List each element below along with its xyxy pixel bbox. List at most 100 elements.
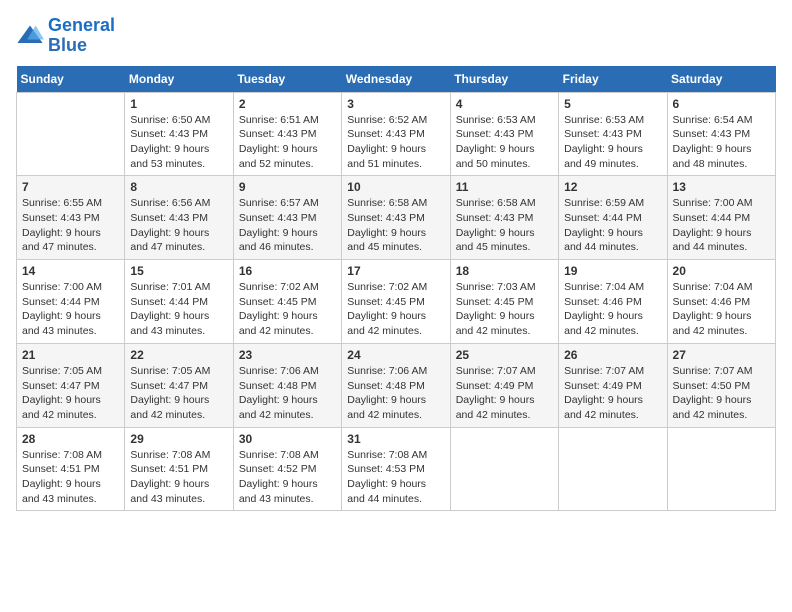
day-number: 30 (239, 432, 336, 446)
calendar-cell: 9 Sunrise: 6:57 AM Sunset: 4:43 PM Daylig… (233, 176, 341, 260)
week-row-3: 14 Sunrise: 7:00 AM Sunset: 4:44 PM Dayli… (17, 260, 776, 344)
day-number: 8 (130, 180, 227, 194)
day-info: Sunrise: 7:06 AM Sunset: 4:48 PM Dayligh… (239, 364, 336, 423)
weekday-header-monday: Monday (125, 66, 233, 93)
day-info: Sunrise: 7:06 AM Sunset: 4:48 PM Dayligh… (347, 364, 444, 423)
day-info: Sunrise: 7:05 AM Sunset: 4:47 PM Dayligh… (130, 364, 227, 423)
day-info: Sunrise: 7:04 AM Sunset: 4:46 PM Dayligh… (564, 280, 661, 339)
calendar-cell (450, 427, 558, 511)
day-number: 24 (347, 348, 444, 362)
weekday-header-wednesday: Wednesday (342, 66, 450, 93)
day-number: 13 (673, 180, 770, 194)
day-info: Sunrise: 7:07 AM Sunset: 4:49 PM Dayligh… (564, 364, 661, 423)
day-info: Sunrise: 6:57 AM Sunset: 4:43 PM Dayligh… (239, 196, 336, 255)
day-info: Sunrise: 7:02 AM Sunset: 4:45 PM Dayligh… (347, 280, 444, 339)
logo-text: General Blue (48, 16, 115, 56)
day-number: 16 (239, 264, 336, 278)
calendar-cell: 5 Sunrise: 6:53 AM Sunset: 4:43 PM Daylig… (559, 92, 667, 176)
calendar-cell: 18 Sunrise: 7:03 AM Sunset: 4:45 PM Dayli… (450, 260, 558, 344)
day-number: 12 (564, 180, 661, 194)
calendar-table: SundayMondayTuesdayWednesdayThursdayFrid… (16, 66, 776, 512)
day-number: 11 (456, 180, 553, 194)
calendar-cell (559, 427, 667, 511)
day-info: Sunrise: 6:51 AM Sunset: 4:43 PM Dayligh… (239, 113, 336, 172)
day-info: Sunrise: 7:03 AM Sunset: 4:45 PM Dayligh… (456, 280, 553, 339)
calendar-cell: 19 Sunrise: 7:04 AM Sunset: 4:46 PM Dayli… (559, 260, 667, 344)
day-number: 2 (239, 97, 336, 111)
calendar-cell: 22 Sunrise: 7:05 AM Sunset: 4:47 PM Dayli… (125, 343, 233, 427)
calendar-cell (667, 427, 775, 511)
weekday-header-tuesday: Tuesday (233, 66, 341, 93)
day-info: Sunrise: 7:00 AM Sunset: 4:44 PM Dayligh… (673, 196, 770, 255)
day-info: Sunrise: 7:04 AM Sunset: 4:46 PM Dayligh… (673, 280, 770, 339)
day-info: Sunrise: 7:02 AM Sunset: 4:45 PM Dayligh… (239, 280, 336, 339)
day-number: 31 (347, 432, 444, 446)
calendar-cell: 21 Sunrise: 7:05 AM Sunset: 4:47 PM Dayli… (17, 343, 125, 427)
day-number: 6 (673, 97, 770, 111)
week-row-4: 21 Sunrise: 7:05 AM Sunset: 4:47 PM Dayli… (17, 343, 776, 427)
day-info: Sunrise: 6:56 AM Sunset: 4:43 PM Dayligh… (130, 196, 227, 255)
calendar-cell: 23 Sunrise: 7:06 AM Sunset: 4:48 PM Dayli… (233, 343, 341, 427)
calendar-cell: 10 Sunrise: 6:58 AM Sunset: 4:43 PM Dayli… (342, 176, 450, 260)
day-number: 7 (22, 180, 119, 194)
day-number: 25 (456, 348, 553, 362)
day-number: 14 (22, 264, 119, 278)
calendar-cell: 15 Sunrise: 7:01 AM Sunset: 4:44 PM Dayli… (125, 260, 233, 344)
day-info: Sunrise: 6:53 AM Sunset: 4:43 PM Dayligh… (564, 113, 661, 172)
day-number: 15 (130, 264, 227, 278)
day-info: Sunrise: 6:58 AM Sunset: 4:43 PM Dayligh… (456, 196, 553, 255)
day-info: Sunrise: 7:08 AM Sunset: 4:51 PM Dayligh… (22, 448, 119, 507)
weekday-header-sunday: Sunday (17, 66, 125, 93)
day-number: 27 (673, 348, 770, 362)
calendar-cell: 3 Sunrise: 6:52 AM Sunset: 4:43 PM Daylig… (342, 92, 450, 176)
day-info: Sunrise: 7:08 AM Sunset: 4:53 PM Dayligh… (347, 448, 444, 507)
day-info: Sunrise: 7:08 AM Sunset: 4:52 PM Dayligh… (239, 448, 336, 507)
weekday-header-friday: Friday (559, 66, 667, 93)
calendar-cell: 7 Sunrise: 6:55 AM Sunset: 4:43 PM Daylig… (17, 176, 125, 260)
calendar-cell: 2 Sunrise: 6:51 AM Sunset: 4:43 PM Daylig… (233, 92, 341, 176)
calendar-cell: 13 Sunrise: 7:00 AM Sunset: 4:44 PM Dayli… (667, 176, 775, 260)
calendar-cell: 28Sunrise: 7:08 AM Sunset: 4:51 PM Dayli… (17, 427, 125, 511)
day-info: Sunrise: 6:53 AM Sunset: 4:43 PM Dayligh… (456, 113, 553, 172)
day-info: Sunrise: 6:55 AM Sunset: 4:43 PM Dayligh… (22, 196, 119, 255)
day-info: Sunrise: 7:00 AM Sunset: 4:44 PM Dayligh… (22, 280, 119, 339)
logo-icon (16, 22, 44, 50)
calendar-cell: 26 Sunrise: 7:07 AM Sunset: 4:49 PM Dayli… (559, 343, 667, 427)
day-number: 22 (130, 348, 227, 362)
day-number: 1 (130, 97, 227, 111)
weekday-header-row: SundayMondayTuesdayWednesdayThursdayFrid… (17, 66, 776, 93)
calendar-cell: 20Sunrise: 7:04 AM Sunset: 4:46 PM Dayli… (667, 260, 775, 344)
calendar-cell: 17Sunrise: 7:02 AM Sunset: 4:45 PM Dayli… (342, 260, 450, 344)
day-number: 23 (239, 348, 336, 362)
calendar-cell: 25 Sunrise: 7:07 AM Sunset: 4:49 PM Dayli… (450, 343, 558, 427)
header: General Blue (16, 16, 776, 56)
calendar-cell: 29Sunrise: 7:08 AM Sunset: 4:51 PM Dayli… (125, 427, 233, 511)
day-info: Sunrise: 6:52 AM Sunset: 4:43 PM Dayligh… (347, 113, 444, 172)
day-info: Sunrise: 7:01 AM Sunset: 4:44 PM Dayligh… (130, 280, 227, 339)
calendar-cell: 24 Sunrise: 7:06 AM Sunset: 4:48 PM Dayli… (342, 343, 450, 427)
calendar-cell: 4 Sunrise: 6:53 AM Sunset: 4:43 PM Daylig… (450, 92, 558, 176)
calendar-cell (17, 92, 125, 176)
day-info: Sunrise: 7:07 AM Sunset: 4:50 PM Dayligh… (673, 364, 770, 423)
calendar-cell: 31 Sunrise: 7:08 AM Sunset: 4:53 PM Dayli… (342, 427, 450, 511)
day-info: Sunrise: 7:07 AM Sunset: 4:49 PM Dayligh… (456, 364, 553, 423)
calendar-cell: 12Sunrise: 6:59 AM Sunset: 4:44 PM Dayli… (559, 176, 667, 260)
day-number: 10 (347, 180, 444, 194)
day-number: 3 (347, 97, 444, 111)
week-row-1: 1Sunrise: 6:50 AM Sunset: 4:43 PM Daylig… (17, 92, 776, 176)
day-info: Sunrise: 7:05 AM Sunset: 4:47 PM Dayligh… (22, 364, 119, 423)
day-number: 5 (564, 97, 661, 111)
day-info: Sunrise: 7:08 AM Sunset: 4:51 PM Dayligh… (130, 448, 227, 507)
day-number: 21 (22, 348, 119, 362)
day-number: 4 (456, 97, 553, 111)
calendar-cell: 14 Sunrise: 7:00 AM Sunset: 4:44 PM Dayli… (17, 260, 125, 344)
day-info: Sunrise: 6:58 AM Sunset: 4:43 PM Dayligh… (347, 196, 444, 255)
week-row-5: 28Sunrise: 7:08 AM Sunset: 4:51 PM Dayli… (17, 427, 776, 511)
week-row-2: 7 Sunrise: 6:55 AM Sunset: 4:43 PM Daylig… (17, 176, 776, 260)
day-number: 26 (564, 348, 661, 362)
logo: General Blue (16, 16, 115, 56)
day-number: 18 (456, 264, 553, 278)
day-number: 19 (564, 264, 661, 278)
calendar-cell: 16 Sunrise: 7:02 AM Sunset: 4:45 PM Dayli… (233, 260, 341, 344)
day-number: 9 (239, 180, 336, 194)
